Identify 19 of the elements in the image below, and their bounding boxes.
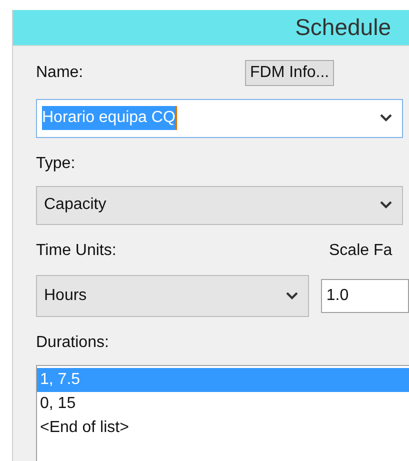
scale-factor-label: Scale Fa xyxy=(329,240,392,260)
scale-factor-value: 1.0 xyxy=(326,286,349,306)
name-value: Horario equipa CQ xyxy=(42,106,178,130)
fdm-info-button[interactable]: FDM Info... xyxy=(245,60,334,86)
scale-factor-field[interactable]: 1.0 xyxy=(321,278,409,312)
chevron-down-icon xyxy=(286,292,298,300)
duration-item[interactable]: 0, 15 xyxy=(37,392,409,416)
chevron-down-icon xyxy=(380,201,392,209)
type-dropdown[interactable]: Capacity xyxy=(36,186,403,224)
type-value: Capacity xyxy=(44,195,106,215)
type-label: Type: xyxy=(36,154,76,174)
time-units-value: Hours xyxy=(44,286,87,306)
chevron-down-icon xyxy=(380,114,392,122)
time-units-dropdown[interactable]: Hours xyxy=(36,274,310,316)
name-label: Name: xyxy=(36,62,84,82)
duration-item[interactable]: <End of list> xyxy=(37,416,409,440)
durations-label: Durations: xyxy=(36,332,110,352)
window-title: Schedule xyxy=(295,13,391,42)
time-units-label: Time Units: xyxy=(36,240,118,260)
